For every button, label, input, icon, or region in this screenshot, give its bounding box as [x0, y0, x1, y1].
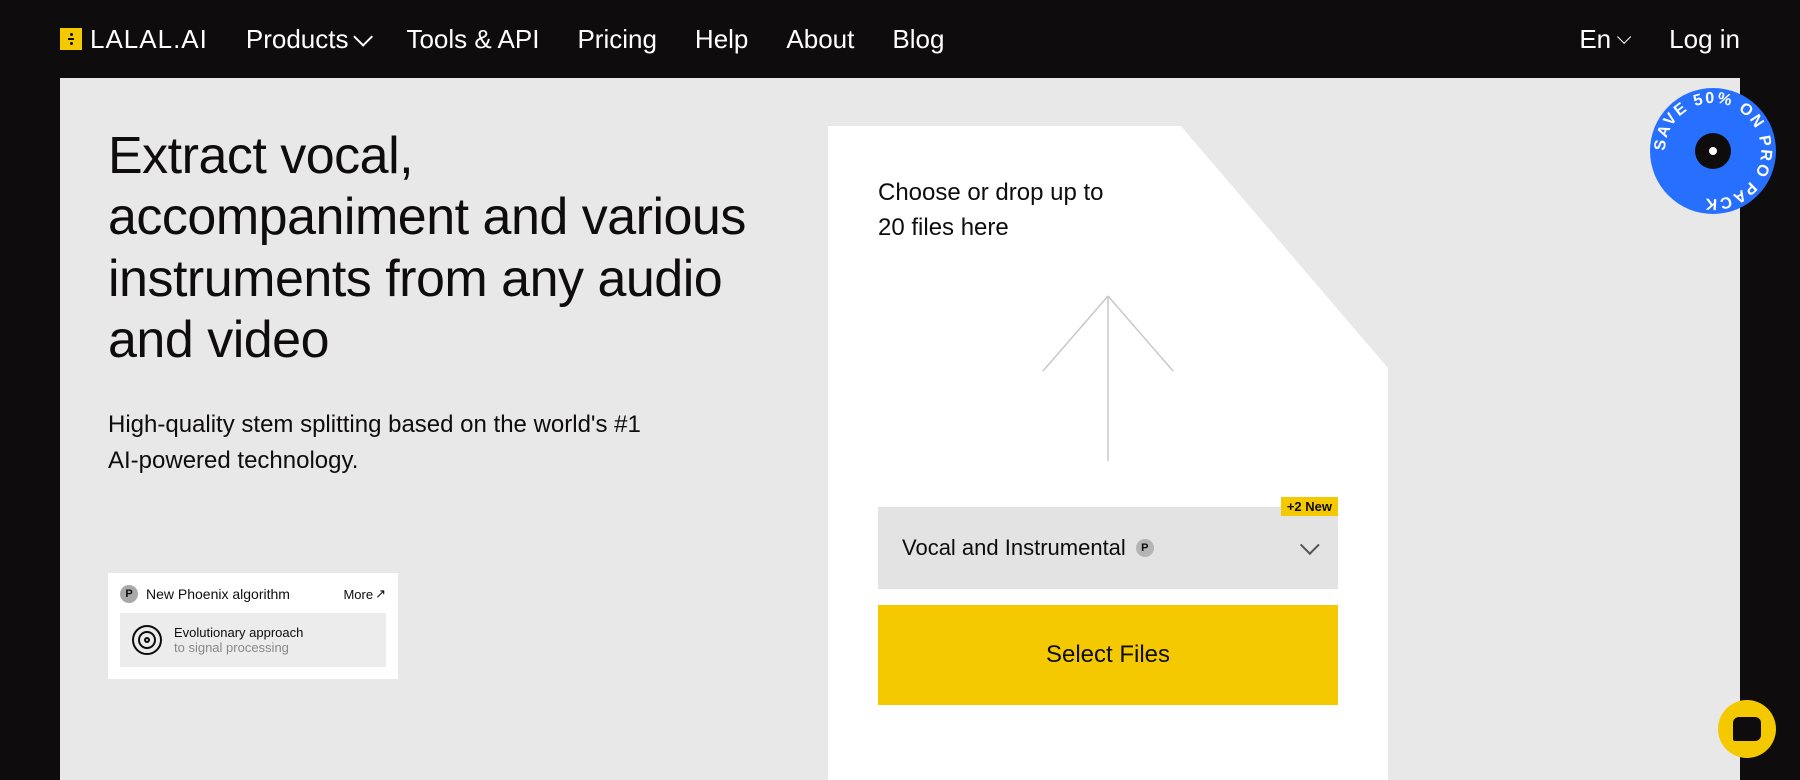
nav-about[interactable]: About	[786, 24, 854, 55]
arrow-up-right-icon: ↗	[375, 586, 386, 602]
chat-icon	[1733, 717, 1761, 741]
phoenix-title: New Phoenix algorithm	[146, 586, 290, 602]
chat-button[interactable]	[1718, 700, 1776, 758]
chevron-down-icon	[1300, 535, 1320, 555]
nav-pricing[interactable]: Pricing	[577, 24, 656, 55]
stem-select[interactable]: Vocal and Instrumental P	[878, 507, 1338, 589]
stem-select-label: Vocal and Instrumental	[902, 535, 1126, 561]
main-content: Extract vocal, accompaniment and various…	[60, 78, 1740, 780]
logo-text: LALAL.AI	[90, 24, 208, 55]
language-label: En	[1579, 24, 1611, 55]
header-left: LALAL.AI Products Tools & API Pricing He…	[60, 24, 944, 55]
phoenix-body-line2: to signal processing	[174, 640, 303, 655]
hero-column: Extract vocal, accompaniment and various…	[108, 126, 768, 780]
new-badge: +2 New	[1281, 497, 1338, 516]
promo-text: SAVE 50% ON PRO PACK	[1650, 88, 1776, 214]
promo-badge[interactable]: SAVE 50% ON PRO PACK	[1650, 88, 1776, 214]
logo[interactable]: LALAL.AI	[60, 24, 208, 55]
login-link[interactable]: Log in	[1669, 24, 1740, 55]
hero-subtitle: High-quality stem splitting based on the…	[108, 407, 668, 479]
upload-title: Choose or drop up to 20 files here	[878, 176, 1108, 246]
chevron-down-icon	[1617, 30, 1631, 44]
spiral-icon	[132, 625, 162, 655]
phoenix-more-link[interactable]: More ↗	[343, 586, 386, 602]
svg-text:SAVE 50% ON PRO PACK: SAVE 50% ON PRO PACK	[1652, 90, 1775, 212]
phoenix-body-line1: Evolutionary approach	[174, 625, 303, 640]
phoenix-badge-icon: P	[120, 585, 138, 603]
upload-arrow-icon	[1028, 286, 1188, 471]
nav: Products Tools & API Pricing Help About …	[246, 24, 945, 55]
phoenix-body: Evolutionary approach to signal processi…	[120, 613, 386, 667]
stem-select-wrap: +2 New Vocal and Instrumental P	[878, 507, 1338, 589]
phoenix-indicator-icon: P	[1136, 539, 1154, 557]
nav-products[interactable]: Products	[246, 24, 369, 55]
nav-products-label: Products	[246, 24, 349, 55]
language-selector[interactable]: En	[1579, 24, 1627, 55]
select-files-button[interactable]: Select Files	[878, 605, 1338, 705]
upload-panel[interactable]: Choose or drop up to 20 files here +2 Ne…	[828, 126, 1388, 780]
phoenix-card: P New Phoenix algorithm More ↗ Evolution…	[108, 573, 398, 679]
nav-blog[interactable]: Blog	[892, 24, 944, 55]
hero-headline: Extract vocal, accompaniment and various…	[108, 126, 768, 371]
phoenix-header: P New Phoenix algorithm More ↗	[120, 585, 386, 603]
logo-icon	[60, 28, 82, 50]
chevron-down-icon	[354, 27, 374, 47]
nav-tools[interactable]: Tools & API	[406, 24, 539, 55]
header-right: En Log in	[1579, 24, 1740, 55]
header: LALAL.AI Products Tools & API Pricing He…	[0, 0, 1800, 78]
nav-help[interactable]: Help	[695, 24, 748, 55]
